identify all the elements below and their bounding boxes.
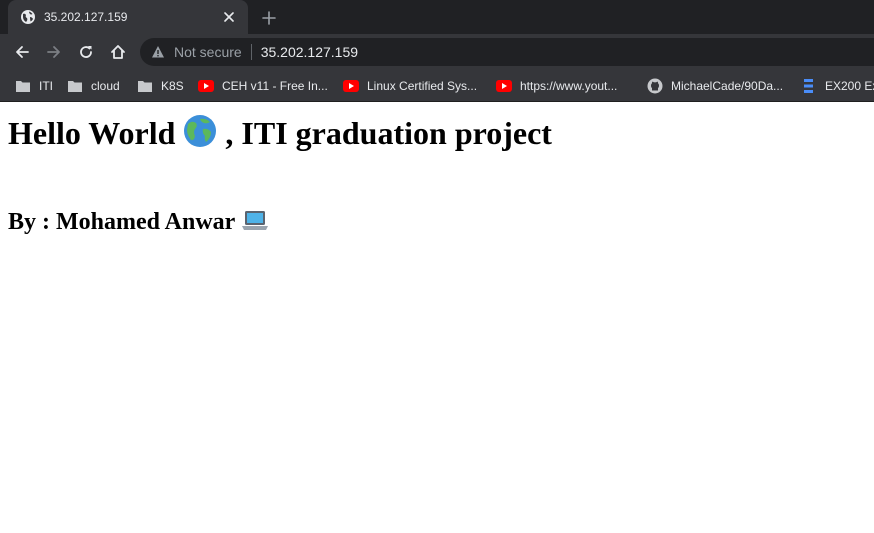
- heading-text: Hello World: [8, 115, 176, 151]
- youtube-icon: [496, 78, 512, 94]
- bars-icon: [801, 78, 817, 94]
- globe-emoji-icon: [183, 114, 217, 156]
- plus-icon[interactable]: [258, 7, 280, 29]
- github-icon: [647, 78, 663, 94]
- folder-icon: [67, 78, 83, 94]
- folder-icon: [137, 78, 153, 94]
- warning-icon[interactable]: [150, 44, 166, 60]
- bookmarks-bar: ITI cloud K8S CEH v11 - Free In... Linux…: [0, 70, 874, 102]
- bookmark-label: cloud: [91, 79, 120, 93]
- bookmark-k8s[interactable]: K8S: [137, 75, 184, 97]
- browser-tab[interactable]: 35.202.127.159: [8, 0, 248, 34]
- home-icon[interactable]: [106, 40, 130, 64]
- bookmark-iti[interactable]: ITI: [15, 75, 53, 97]
- bookmark-linux[interactable]: Linux Certified Sys...: [343, 75, 477, 97]
- globe-icon: [20, 9, 36, 25]
- bookmark-github[interactable]: MichaelCade/90Da...: [647, 75, 783, 97]
- bookmark-ex200[interactable]: EX200 Ex: [801, 75, 874, 97]
- bookmark-label: ITI: [39, 79, 53, 93]
- author-line: By : Mohamed Anwar: [8, 209, 269, 240]
- url-text[interactable]: 35.202.127.159: [261, 44, 358, 60]
- bookmark-label: CEH v11 - Free In...: [222, 79, 328, 93]
- youtube-icon: [198, 78, 214, 94]
- browser-toolbar: Not secure 35.202.127.159: [0, 34, 874, 70]
- bookmark-label: https://www.yout...: [520, 79, 618, 93]
- bookmark-youtube[interactable]: https://www.yout...: [496, 75, 617, 97]
- folder-icon: [15, 78, 31, 94]
- forward-arrow-icon[interactable]: [42, 40, 66, 64]
- reload-icon[interactable]: [74, 40, 98, 64]
- address-bar[interactable]: Not secure 35.202.127.159: [140, 38, 874, 66]
- bookmark-cloud[interactable]: cloud: [67, 75, 120, 97]
- tab-title: 35.202.127.159: [44, 10, 128, 24]
- youtube-icon: [343, 78, 359, 94]
- security-label[interactable]: Not secure: [174, 44, 242, 60]
- divider: [250, 44, 252, 60]
- bookmark-ceh[interactable]: CEH v11 - Free In...: [198, 75, 328, 97]
- back-arrow-icon[interactable]: [10, 40, 34, 64]
- tab-strip: 35.202.127.159: [0, 0, 874, 34]
- page-heading: Hello World , ITI graduation project: [8, 114, 552, 156]
- author-text: By : Mohamed Anwar: [8, 209, 235, 235]
- bookmark-label: K8S: [161, 79, 184, 93]
- close-icon[interactable]: [220, 8, 238, 26]
- bookmark-label: Linux Certified Sys...: [367, 79, 478, 93]
- heading-suffix: , ITI graduation project: [225, 115, 552, 151]
- page-content: Hello World , ITI graduation project By …: [0, 103, 874, 533]
- laptop-emoji-icon: [241, 209, 269, 240]
- bookmark-label: EX200 Ex: [825, 79, 874, 93]
- bookmark-label: MichaelCade/90Da...: [671, 79, 784, 93]
